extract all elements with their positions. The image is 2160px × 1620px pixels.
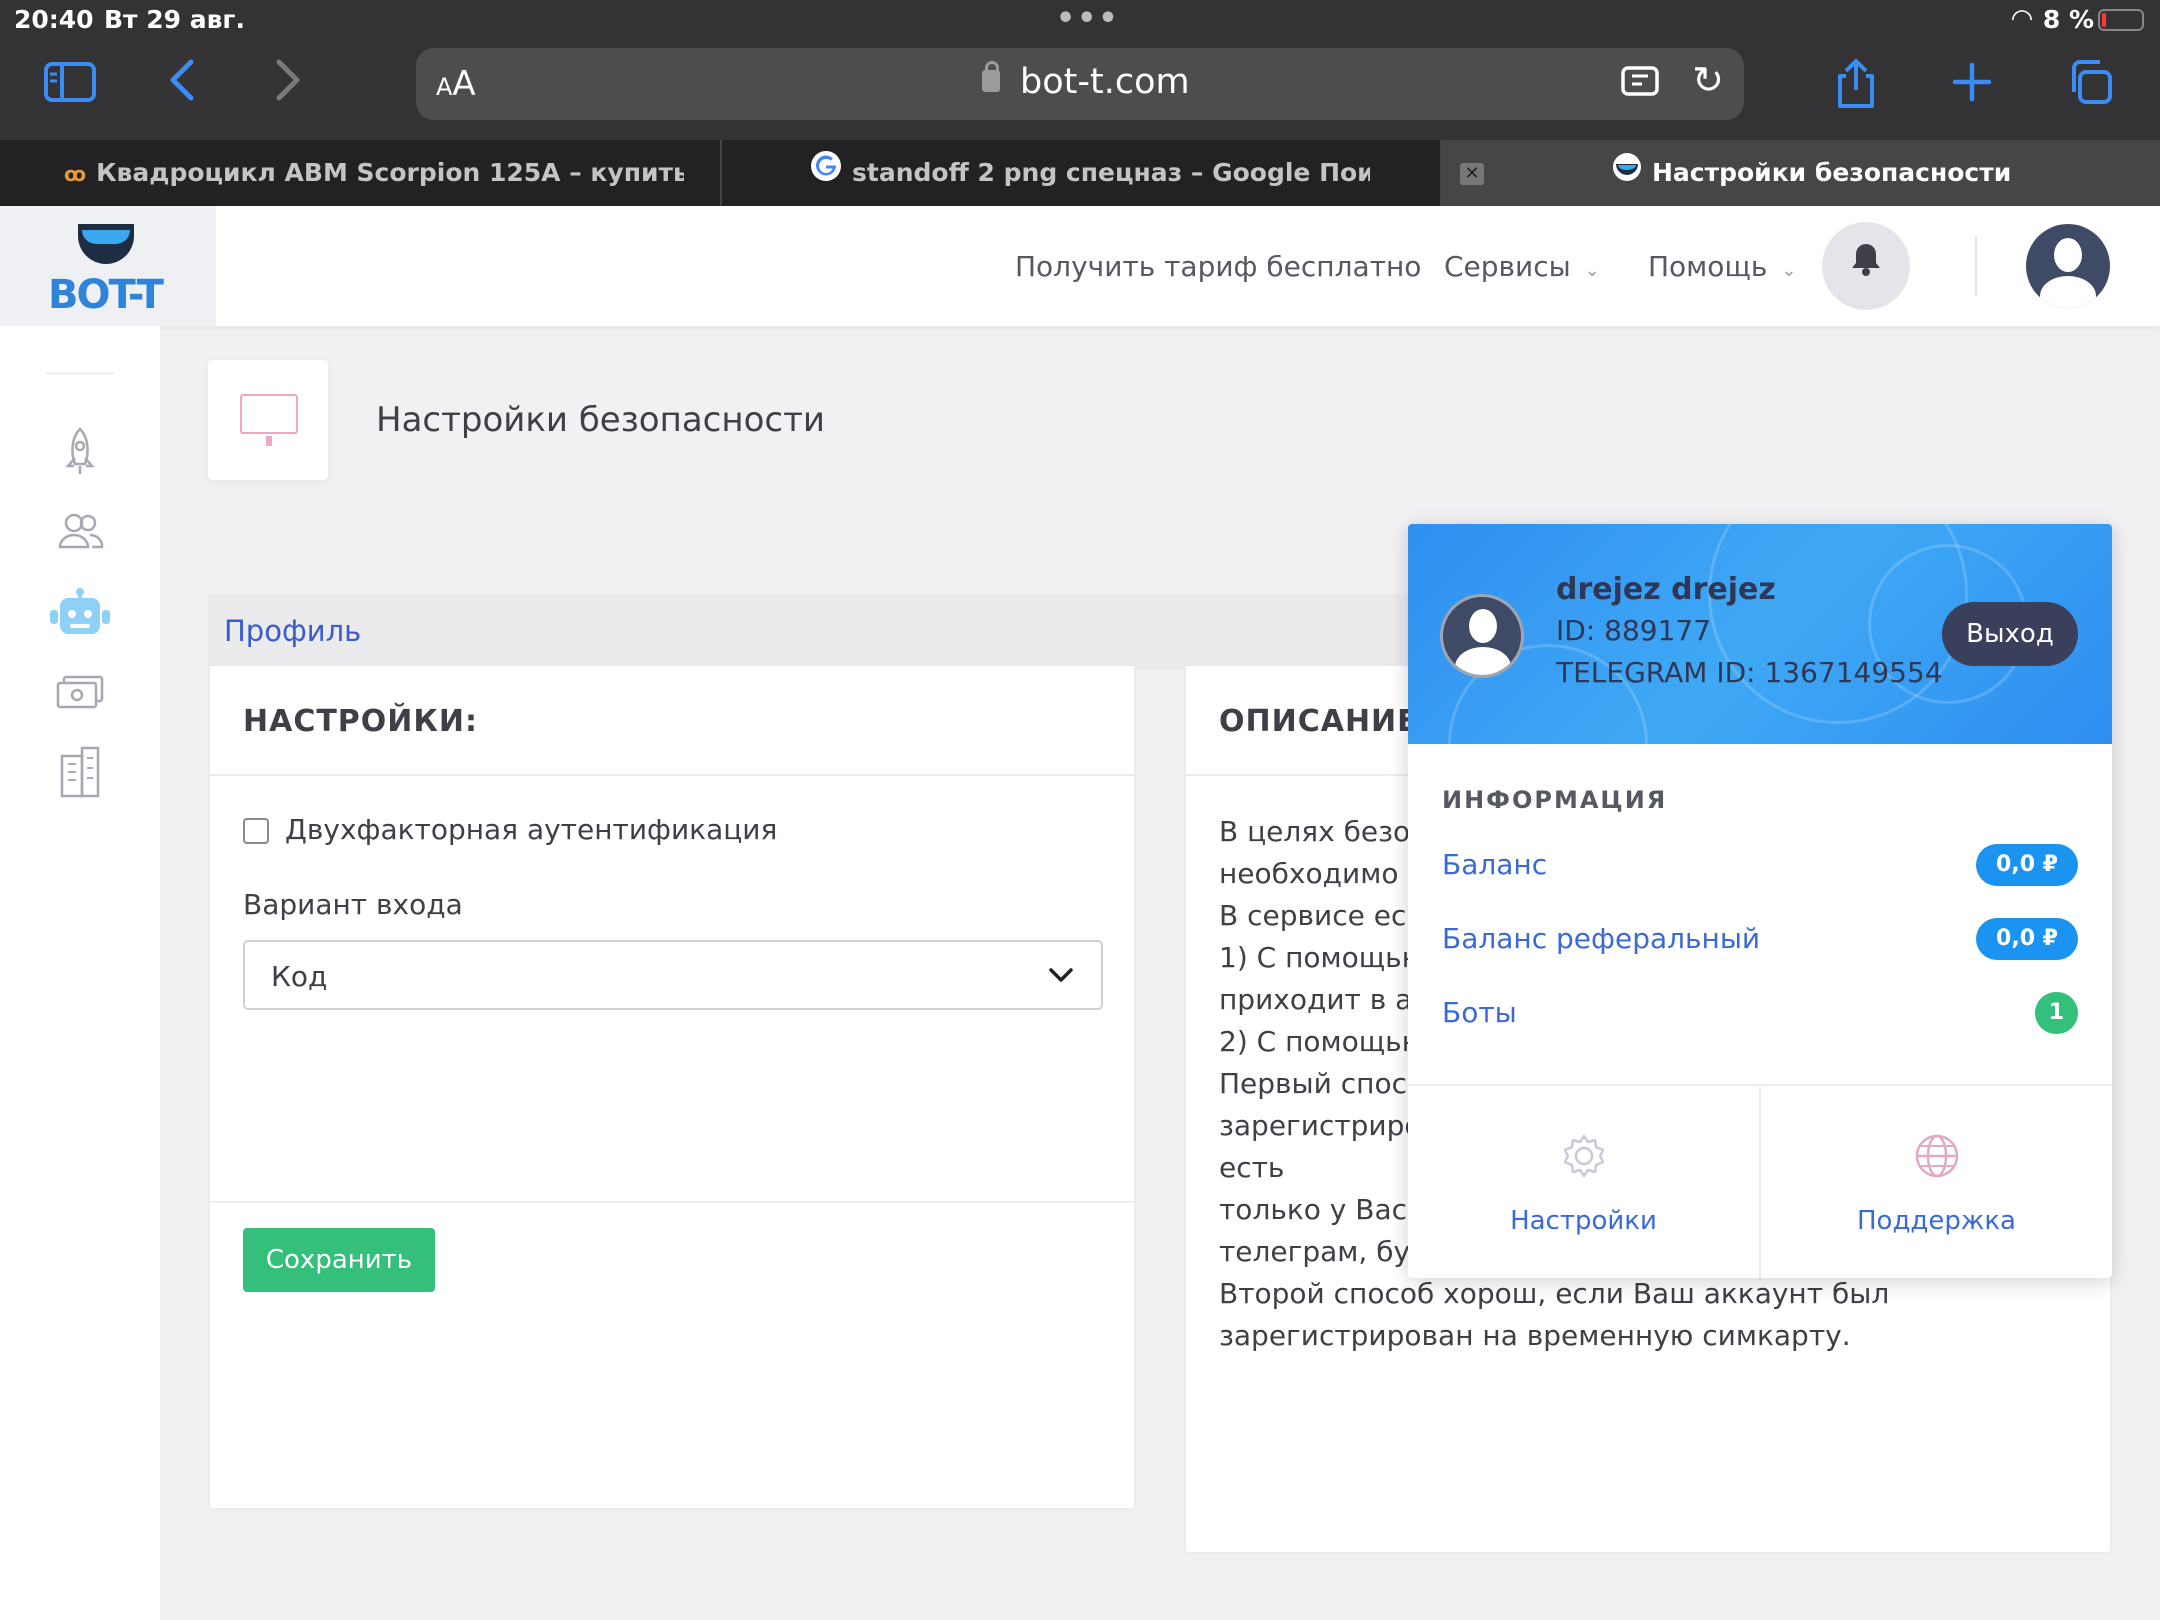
wifi-icon: ◠: [2012, 4, 2032, 34]
gear-icon: [1408, 1132, 1759, 1191]
logout-button[interactable]: Выход: [1942, 602, 2078, 666]
tab-security-settings[interactable]: Настройки безопасности: [1442, 140, 2160, 206]
url-domain: bot-t.com: [1020, 62, 1190, 102]
browser-tab-strip: ꝏ Квадроцикл ABM Scorpion 125A – купить в…: [0, 140, 2160, 206]
settings-tile[interactable]: Настройки: [1408, 1086, 1759, 1278]
user-avatar-button[interactable]: [2026, 224, 2110, 308]
info-section-title: ИНФОРМАЦИЯ: [1442, 786, 1668, 814]
forward-icon[interactable]: [258, 58, 318, 118]
back-icon[interactable]: [152, 58, 212, 118]
nav-services-menu[interactable]: Сервисы ⌄: [1444, 250, 1600, 283]
bowl-logo-icon: [78, 224, 134, 264]
nav-free-tariff-link[interactable]: Получить тариф бесплатно: [1015, 250, 1421, 283]
multitasking-dots-icon[interactable]: •••: [1056, 1, 1120, 36]
left-sidebar: [0, 326, 160, 1620]
ios-status-bar: 20:40 Вт 29 авг. ••• ◠ 8 %: [0, 0, 2160, 40]
page-subheader: Настройки безопасности: [160, 326, 2160, 496]
web-page: BOT-T Получить тариф бесплатно Сервисы ⌄ …: [0, 206, 2160, 1620]
balance-label: Баланс: [1442, 848, 1548, 881]
site-logo[interactable]: BOT-T: [0, 206, 216, 326]
lock-icon: [982, 61, 1000, 92]
reader-settings-button[interactable]: AA: [436, 64, 476, 104]
rocket-icon[interactable]: [48, 426, 112, 490]
bots-count-badge: 1: [2034, 992, 2078, 1034]
support-tile[interactable]: Поддержка: [1761, 1086, 2112, 1278]
money-icon[interactable]: [48, 666, 112, 730]
chevron-down-icon: [1049, 956, 1073, 991]
sidebar-divider: [46, 372, 114, 375]
user-name: drejez drejez: [1556, 572, 1776, 607]
tab-scorpion[interactable]: ꝏ Квадроцикл ABM Scorpion 125A – купить в…: [64, 140, 684, 206]
tab-title: Настройки безопасности: [1652, 158, 2012, 187]
settings-tile-label: Настройки: [1510, 1206, 1657, 1236]
two-factor-option[interactable]: Двухфакторная аутентификация: [243, 813, 777, 846]
extensions-icon[interactable]: [1620, 62, 1664, 107]
referral-balance-badge: 0,0 ₽: [1976, 918, 2078, 960]
share-icon[interactable]: [1826, 58, 1886, 118]
settings-card-title: НАСТРОЙКИ:: [243, 704, 479, 739]
tabs-overview-icon[interactable]: [2060, 58, 2120, 118]
google-icon: [810, 141, 842, 206]
two-factor-checkbox[interactable]: [243, 818, 269, 844]
settings-card-header: НАСТРОЙКИ:: [210, 666, 1134, 776]
logo-text: BOT-T: [48, 272, 164, 318]
user-dropdown-header: drejez drejez ID: 889177 TELEGRAM ID: 13…: [1408, 524, 2112, 844]
login-variant-value: Код: [271, 960, 328, 993]
address-bar[interactable]: AA bot-t.com ↻: [416, 48, 1744, 120]
telegram-id: TELEGRAM ID: 1367149554: [1556, 656, 1943, 689]
robot-icon[interactable]: [48, 588, 112, 652]
login-variant-label: Вариант входа: [243, 888, 463, 921]
user-id: ID: 889177: [1556, 614, 1712, 647]
description-card-title: ОПИСАНИЕ:: [1219, 704, 1432, 739]
balance-row[interactable]: Баланс 0,0 ₽: [1442, 844, 2078, 888]
user-dropdown: drejez drejez ID: 889177 TELEGRAM ID: 13…: [1408, 524, 2112, 1278]
battery-icon: [2098, 9, 2144, 31]
user-dropdown-footer: Настройки Поддержка: [1408, 1084, 2112, 1278]
description-line: Второй способ хорош, если Ваш аккаунт бы…: [1219, 1277, 1890, 1310]
chevron-down-icon: ⌄: [1584, 260, 1600, 281]
tab-title: Квадроцикл ABM Scorpion 125A – купить в.…: [96, 158, 684, 187]
breadcrumb-profile-link[interactable]: Профиль: [224, 614, 361, 648]
nav-free-tariff-label: Получить тариф бесплатно: [1015, 250, 1422, 283]
close-tab-icon[interactable]: ✕: [1460, 163, 1484, 185]
settings-card: НАСТРОЙКИ: Двухфакторная аутентификация …: [210, 666, 1134, 1508]
status-date: Вт 29 авг.: [104, 5, 245, 34]
nav-divider: [1975, 236, 1977, 296]
page-icon-box: [208, 360, 328, 480]
reload-icon[interactable]: ↻: [1692, 58, 1724, 102]
building-icon[interactable]: [48, 746, 112, 810]
nav-help-menu[interactable]: Помощь ⌄: [1648, 250, 1796, 283]
status-time: 20:40: [14, 5, 94, 34]
referral-balance-label: Баланс реферальный: [1442, 922, 1761, 955]
balance-badge: 0,0 ₽: [1976, 844, 2078, 886]
users-icon[interactable]: [48, 506, 112, 570]
page-title: Настройки безопасности: [376, 400, 825, 440]
notifications-bell-icon[interactable]: [1822, 222, 1910, 310]
tab-title: standoff 2 png спецназ – Google Поиск: [852, 158, 1370, 187]
nav-services-label: Сервисы: [1444, 250, 1571, 283]
site-favicon-icon: ꝏ: [64, 162, 87, 186]
bot-t-favicon-icon: [1612, 141, 1642, 206]
bots-label: Боты: [1442, 996, 1517, 1029]
settings-card-footer-divider: [210, 1201, 1134, 1203]
chevron-down-icon: ⌄: [1781, 260, 1797, 281]
referral-balance-row[interactable]: Баланс реферальный 0,0 ₽: [1442, 918, 2078, 962]
globe-icon: [1761, 1132, 2112, 1191]
browser-toolbar: AA bot-t.com ↻: [0, 40, 2160, 140]
bots-row[interactable]: Боты 1: [1442, 992, 2078, 1036]
new-tab-icon[interactable]: [1942, 58, 2002, 118]
sidebar-toggle-icon[interactable]: [40, 58, 100, 118]
support-tile-label: Поддержка: [1857, 1206, 2016, 1236]
monitor-icon: [240, 394, 298, 446]
login-variant-select[interactable]: Код: [243, 940, 1103, 1010]
site-header: BOT-T Получить тариф бесплатно Сервисы ⌄ …: [0, 206, 2160, 326]
save-button[interactable]: Сохранить: [243, 1228, 435, 1292]
nav-help-label: Помощь: [1648, 250, 1768, 283]
dropdown-avatar: [1440, 594, 1524, 678]
description-line: зарегистрирован на временную симкарту.: [1219, 1319, 1851, 1352]
two-factor-label: Двухфакторная аутентификация: [285, 813, 778, 846]
battery-percentage: 8 %: [2042, 5, 2094, 34]
tab-google-search[interactable]: standoff 2 png спецназ – Google Поиск: [810, 140, 1370, 206]
